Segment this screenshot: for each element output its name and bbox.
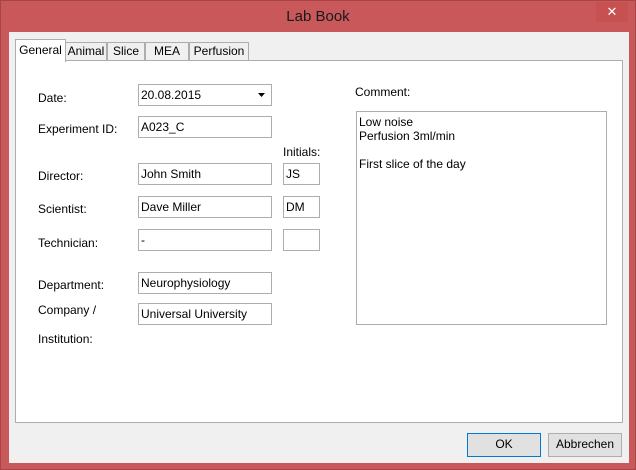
chevron-down-icon bbox=[258, 93, 265, 97]
close-button[interactable]: ✕ bbox=[596, 2, 628, 22]
dialog-client: General Animal Slice MEA Perfusion Date:… bbox=[9, 32, 629, 463]
company-field[interactable]: Universal University bbox=[138, 303, 272, 325]
comment-label: Comment: bbox=[355, 85, 411, 99]
comment-line: First slice of the day bbox=[359, 157, 466, 171]
date-value: 20.08.2015 bbox=[141, 88, 202, 102]
initials-label: Initials: bbox=[283, 145, 321, 159]
window-title: Lab Book bbox=[286, 8, 350, 25]
company-label-line1: Company / bbox=[38, 303, 97, 317]
department-label: Department: bbox=[38, 278, 105, 292]
title-bar[interactable]: Lab Book ✕ bbox=[1, 1, 635, 31]
date-dropdown-button[interactable] bbox=[253, 86, 270, 104]
technician-initials-field[interactable] bbox=[283, 229, 320, 251]
tab-general[interactable]: General bbox=[15, 39, 66, 62]
comment-line: Low noise bbox=[359, 115, 414, 129]
date-picker[interactable]: 20.08.2015 bbox=[138, 84, 272, 106]
technician-label: Technician: bbox=[38, 236, 99, 250]
comment-line: Perfusion 3ml/min bbox=[359, 129, 456, 143]
department-field[interactable]: Neurophysiology bbox=[138, 272, 272, 294]
lab-book-window: Lab Book ✕ General Animal Slice MEA Perf… bbox=[0, 0, 636, 470]
tab-mea[interactable]: MEA bbox=[145, 42, 189, 61]
tab-slice[interactable]: Slice bbox=[107, 42, 145, 61]
director-label: Director: bbox=[38, 169, 84, 183]
tab-perfusion[interactable]: Perfusion bbox=[189, 42, 249, 61]
tab-animal[interactable]: Animal bbox=[65, 42, 107, 61]
director-field[interactable]: John Smith bbox=[138, 163, 272, 185]
company-label-line2: Institution: bbox=[38, 332, 93, 346]
scientist-initials-field[interactable]: DM bbox=[283, 196, 320, 218]
experiment-id-field[interactable]: A023_C bbox=[138, 116, 272, 138]
comment-textarea[interactable]: Low noise Perfusion 3ml/min First slice … bbox=[356, 111, 607, 325]
general-tab-panel: Date: 20.08.2015 Experiment ID: A023_C I… bbox=[15, 60, 623, 423]
director-initials-field[interactable]: JS bbox=[283, 163, 320, 185]
scientist-label: Scientist: bbox=[38, 202, 87, 216]
scientist-field[interactable]: Dave Miller bbox=[138, 196, 272, 218]
experiment-id-label: Experiment ID: bbox=[38, 122, 118, 136]
date-label: Date: bbox=[38, 91, 67, 105]
ok-button[interactable]: OK bbox=[467, 433, 541, 457]
technician-field[interactable]: - bbox=[138, 229, 272, 251]
close-icon: ✕ bbox=[606, 4, 618, 19]
cancel-button[interactable]: Abbrechen bbox=[548, 433, 622, 457]
comment-line bbox=[359, 143, 604, 157]
